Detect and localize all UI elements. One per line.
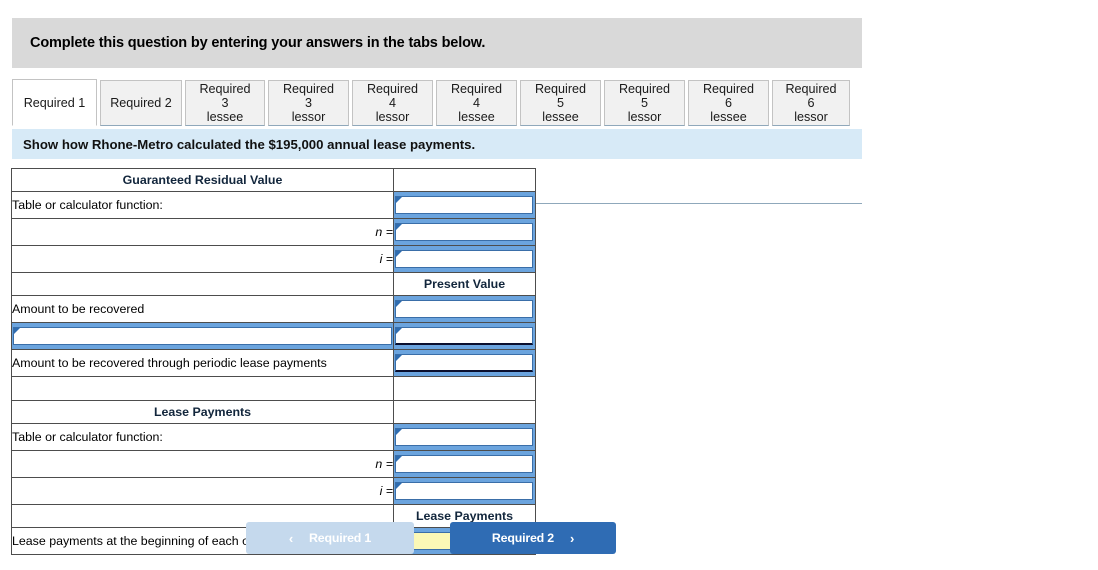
spacer-cell-right: [393, 376, 536, 401]
tab-required-6-lessor[interactable]: Required 6 lessor: [772, 80, 850, 126]
table-row: Table or calculator function:: [11, 423, 536, 451]
cell-grv-n: [393, 218, 536, 246]
question-bar: Show how Rhone-Metro calculated the $195…: [12, 129, 862, 159]
label-table-or-calculator-function-lp: Table or calculator function:: [11, 423, 394, 451]
spacer-cell-left: [11, 376, 394, 401]
chevron-left-icon: ‹: [288, 530, 294, 546]
table-row: n =: [11, 218, 536, 246]
table-row: Present Value: [11, 272, 536, 296]
tab-required-3-lessee[interactable]: Required 3 lessee: [185, 80, 265, 126]
input-blank-label[interactable]: [13, 327, 392, 345]
next-required-label: Required 2: [491, 531, 554, 545]
tab-required-3-lessor[interactable]: Required 3 lessor: [268, 80, 349, 126]
table-row: [11, 376, 536, 401]
table-row: Table or calculator function:: [11, 191, 536, 219]
input-lp-i[interactable]: [395, 482, 533, 500]
input-amount-to-be-recovered[interactable]: [395, 300, 533, 318]
section-header-spacer-2: [393, 400, 536, 424]
input-grv-function[interactable]: [395, 196, 533, 214]
section-header-spacer: [393, 168, 536, 192]
chevron-right-icon: ›: [569, 530, 575, 546]
tab-required-1[interactable]: Required 1: [12, 79, 97, 126]
next-required-button[interactable]: Required 2 ›: [450, 522, 616, 554]
table-row: Guaranteed Residual Value: [11, 168, 536, 192]
tab-required-6-lessee[interactable]: Required 6 lessee: [688, 80, 769, 126]
section-header-lease-payments: Lease Payments: [11, 400, 394, 424]
label-table-or-calculator-function-grv: Table or calculator function:: [11, 191, 394, 219]
table-row: i =: [11, 245, 536, 273]
input-lp-function[interactable]: [395, 428, 533, 446]
tab-required-4-lessee[interactable]: Required 4 lessee: [436, 80, 517, 126]
label-lp-i: i =: [11, 477, 394, 505]
table-row: [11, 322, 536, 350]
input-amount-recovered-periodic[interactable]: [395, 354, 533, 372]
cell-lp-i: [393, 477, 536, 505]
input-blank-value[interactable]: [395, 327, 533, 345]
question-text: Show how Rhone-Metro calculated the $195…: [23, 136, 476, 152]
input-grv-i[interactable]: [395, 250, 533, 268]
table-row: n =: [11, 450, 536, 478]
cell-amount-recovered-periodic: [393, 349, 536, 377]
table-row: i =: [11, 477, 536, 505]
instruction-banner: Complete this question by entering your …: [12, 18, 862, 68]
section-header-guaranteed-residual-value: Guaranteed Residual Value: [11, 168, 394, 192]
label-grv-i: i =: [11, 245, 394, 273]
tab-required-5-lessor[interactable]: Required 5 lessor: [604, 80, 685, 126]
input-lp-n[interactable]: [395, 455, 533, 473]
present-value-row-spacer: [11, 272, 394, 296]
cell-lp-n: [393, 450, 536, 478]
label-grv-n: n =: [11, 218, 394, 246]
required-tabs: Required 1 Required 2 Required 3 lessee Req…: [12, 78, 862, 204]
cell-amount-to-be-recovered: [393, 295, 536, 323]
cell-blank-value-entry: [393, 322, 536, 350]
lease-calculation-worksheet: Guaranteed Residual Value Table or calcu…: [11, 168, 536, 555]
label-amount-to-be-recovered: Amount to be recovered: [11, 295, 394, 323]
table-row: Lease Payments: [11, 400, 536, 424]
previous-required-label: Required 1: [309, 531, 372, 545]
cell-lp-function: [393, 423, 536, 451]
label-amount-recovered-periodic: Amount to be recovered through periodic …: [11, 349, 394, 377]
pagination-controls: ‹ Required 1 Required 2 ›: [0, 522, 862, 554]
label-lp-n: n =: [11, 450, 394, 478]
cell-grv-function: [393, 191, 536, 219]
table-row: Amount to be recovered: [11, 295, 536, 323]
column-header-present-value: Present Value: [393, 272, 536, 296]
cell-grv-i: [393, 245, 536, 273]
previous-required-button[interactable]: ‹ Required 1: [246, 522, 414, 554]
tab-required-5-lessee[interactable]: Required 5 lessee: [520, 80, 601, 126]
cell-blank-label-entry: [11, 322, 394, 350]
input-grv-n[interactable]: [395, 223, 533, 241]
table-row: Amount to be recovered through periodic …: [11, 349, 536, 377]
tab-required-2[interactable]: Required 2: [100, 80, 182, 126]
instruction-banner-text: Complete this question by entering your …: [30, 35, 486, 51]
tab-required-4-lessor[interactable]: Required 4 lessor: [352, 80, 433, 126]
